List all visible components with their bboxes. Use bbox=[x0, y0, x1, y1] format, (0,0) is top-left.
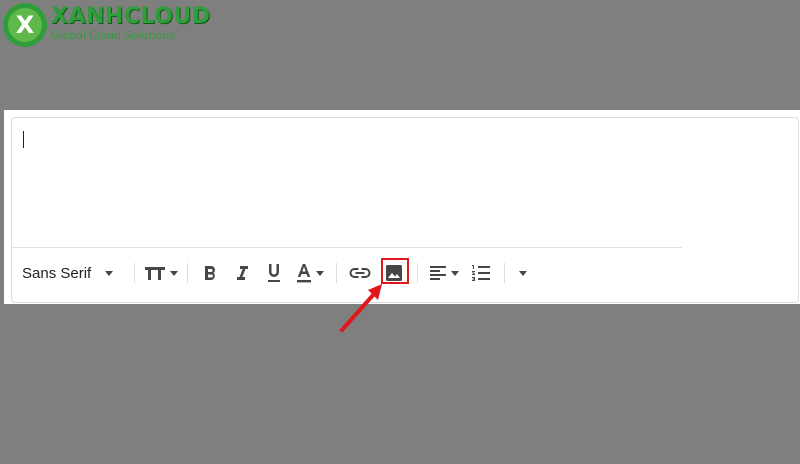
chevron-down-icon bbox=[451, 270, 459, 276]
font-family-dropdown[interactable]: Sans Serif bbox=[16, 258, 128, 288]
chevron-down-icon bbox=[316, 270, 324, 276]
text-color-icon bbox=[297, 264, 311, 283]
bold-button[interactable] bbox=[194, 258, 226, 288]
toolbar-separator bbox=[504, 263, 505, 283]
formatting-toolbar: Sans Serif bbox=[16, 258, 535, 288]
toolbar-divider bbox=[11, 247, 682, 248]
message-body-input[interactable] bbox=[11, 117, 681, 247]
logo-letter: X bbox=[16, 11, 35, 39]
italic-button[interactable] bbox=[226, 258, 258, 288]
text-caret bbox=[23, 131, 24, 148]
toolbar-separator bbox=[187, 263, 188, 283]
align-button[interactable] bbox=[424, 258, 464, 288]
logo-tagline: Global Cloud Solutions bbox=[51, 29, 176, 42]
more-formatting-button[interactable] bbox=[511, 258, 535, 288]
compose-editor-panel: Sans Serif bbox=[4, 110, 800, 304]
font-family-label: Sans Serif bbox=[22, 264, 92, 282]
bold-icon bbox=[205, 266, 215, 280]
toolbar-separator bbox=[417, 263, 418, 283]
align-icon bbox=[430, 266, 446, 280]
text-size-icon bbox=[145, 267, 165, 280]
numbered-list-icon bbox=[472, 265, 490, 281]
more-options-icon bbox=[519, 270, 527, 276]
page: X XANHCLOUD Global Cloud Solutions Sans … bbox=[0, 0, 800, 464]
text-color-button[interactable] bbox=[290, 258, 330, 288]
chevron-down-icon bbox=[105, 270, 114, 276]
xanhcloud-logo-icon: X bbox=[3, 3, 47, 47]
logo-name: XANHCLOUD bbox=[51, 4, 211, 29]
italic-icon bbox=[237, 266, 248, 280]
logo-text: XANHCLOUD Global Cloud Solutions bbox=[51, 4, 211, 43]
toolbar-separator bbox=[134, 263, 135, 283]
xanhcloud-logo: X XANHCLOUD Global Cloud Solutions bbox=[2, 2, 211, 48]
underline-icon bbox=[268, 264, 280, 282]
chevron-down-icon bbox=[170, 270, 178, 276]
text-size-button[interactable] bbox=[141, 258, 181, 288]
underline-button[interactable] bbox=[258, 258, 290, 288]
numbered-list-button[interactable] bbox=[464, 258, 498, 288]
annotation-arrow-icon bbox=[340, 284, 382, 332]
